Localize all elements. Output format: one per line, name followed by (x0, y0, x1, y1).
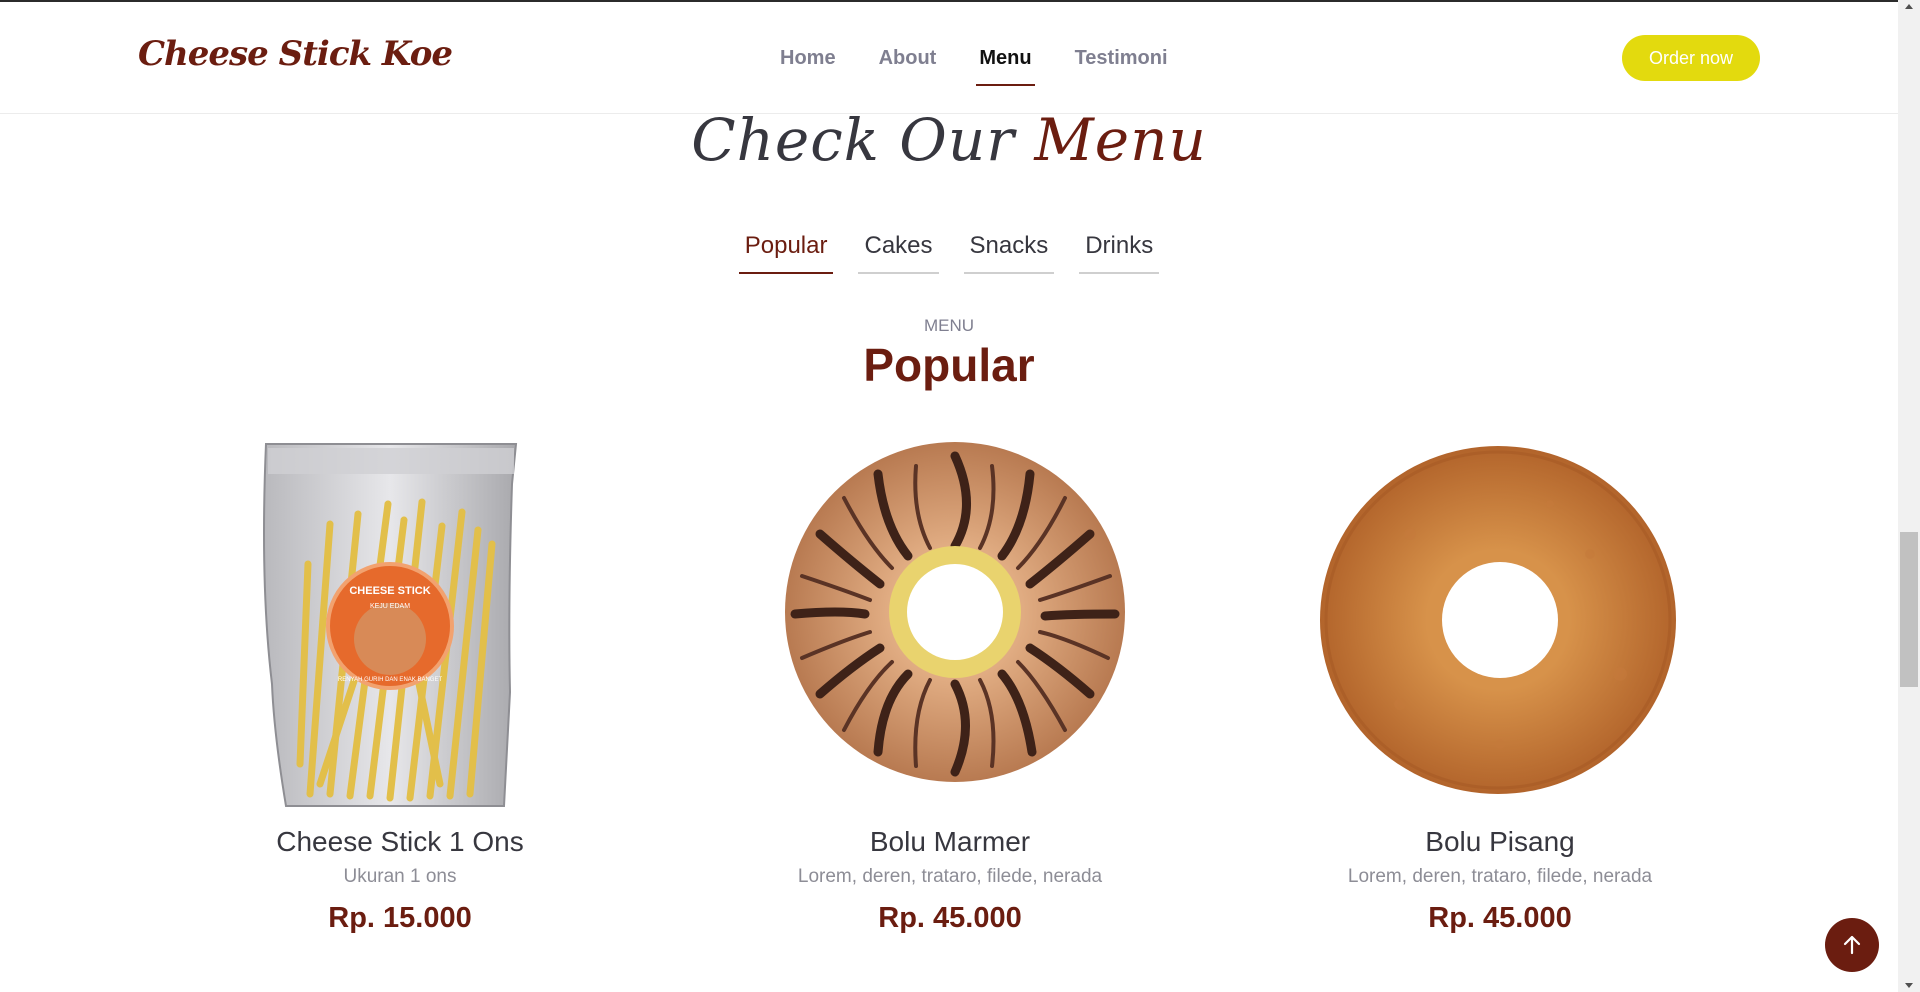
item-price: Rp. 45.000 (878, 902, 1022, 934)
nav-home[interactable]: Home (780, 47, 836, 70)
menu-item-bolu-pisang[interactable]: Bolu Pisang Lorem, deren, trataro, filed… (1290, 434, 1710, 935)
order-now-button[interactable]: Order now (1622, 35, 1760, 81)
menu-item-bolu-marmer[interactable]: Bolu Marmer Lorem, deren, trataro, filed… (740, 434, 1160, 935)
menu-tabs: Popular Cakes Snacks Drinks (0, 228, 1898, 274)
nav-menu[interactable]: Menu (976, 47, 1035, 86)
scroll-thumb[interactable] (1900, 532, 1918, 687)
tab-cakes[interactable]: Cakes (858, 228, 939, 274)
item-description: Lorem, deren, trataro, filede, nerada (1347, 866, 1653, 887)
bolu-pisang-image (1290, 434, 1710, 814)
page-scrollbar[interactable] (1898, 0, 1920, 992)
section-title-main: Check Our (691, 106, 1015, 174)
site-header: Cheese Stick Koe Home About Menu Testimo… (0, 2, 1898, 114)
site-logo[interactable]: Cheese Stick Koe (138, 34, 453, 74)
section-title: Check Our Menu (0, 106, 1898, 174)
arrow-up-icon (1843, 935, 1861, 955)
nav-testimoni[interactable]: Testimoni (1075, 47, 1168, 70)
menu-label: MENU (923, 316, 975, 335)
bolu-marmer-image (740, 434, 1160, 814)
sticker-subtitle: KEJU EDAM (370, 603, 410, 610)
item-name: Cheese Stick 1 Ons (276, 826, 524, 857)
cheese-stick-image: CHEESE STICK KEJU EDAM RENYAH GURIH DAN … (190, 434, 610, 814)
item-price: Rp. 15.000 (328, 902, 472, 934)
main-nav: Home About Menu Testimoni (780, 2, 1211, 114)
menu-heading: Popular (863, 339, 1035, 391)
scroll-down-icon[interactable] (1905, 983, 1913, 988)
tab-drinks[interactable]: Drinks (1079, 228, 1160, 274)
sticker-title: CHEESE STICK (349, 585, 430, 597)
nav-about[interactable]: About (879, 47, 937, 70)
sticker-arc-text: RENYAH GURIH DAN ENAK BANGET (338, 677, 443, 683)
scroll-up-icon[interactable] (1905, 4, 1913, 9)
back-to-top-button[interactable] (1825, 918, 1879, 972)
item-name: Bolu Pisang (1425, 826, 1575, 857)
item-name: Bolu Marmer (869, 826, 1031, 857)
item-price: Rp. 45.000 (1428, 902, 1572, 934)
tab-snacks[interactable]: Snacks (963, 228, 1055, 274)
item-description: Ukuran 1 ons (343, 866, 457, 887)
menu-item-cheese-stick[interactable]: CHEESE STICK KEJU EDAM RENYAH GURIH DAN … (190, 434, 610, 935)
item-description: Lorem, deren, trataro, filede, nerada (797, 866, 1103, 887)
tab-popular[interactable]: Popular (738, 228, 834, 274)
section-title-accent: Menu (1034, 106, 1207, 174)
